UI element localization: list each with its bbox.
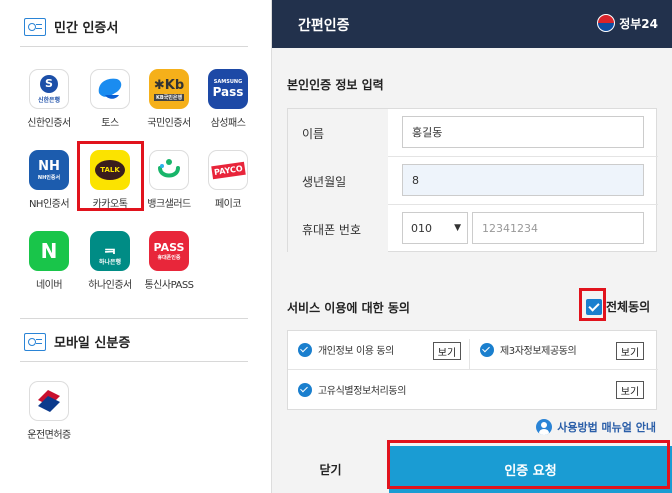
name-label: 이름	[288, 109, 388, 157]
submit-highlight	[387, 440, 670, 489]
agree-item-privacy[interactable]: 개인정보 이용 동의	[298, 342, 394, 357]
agree-box: 개인정보 이용 동의 보기 제3자정보제공동의 보기 고유식별정보처리동의 보기	[287, 330, 658, 410]
app-naver[interactable]: N 네이버	[21, 231, 77, 291]
app-kb[interactable]: ✱Kb KB국민은행 국민인증서	[141, 69, 197, 129]
gov24-brand: 정부24	[597, 14, 658, 32]
phone-label: 휴대폰 번호	[288, 205, 388, 253]
view-unique-id-button[interactable]: 보기	[616, 381, 644, 399]
kb-logo-icon: ✱Kb KB국민은행	[149, 69, 189, 109]
check-circle-icon	[298, 342, 312, 357]
name-input[interactable]: 홍길동	[402, 116, 644, 148]
app-toss[interactable]: 토스	[82, 69, 138, 129]
driver-license-logo-icon	[29, 381, 69, 421]
name-row: 이름 홍길동	[288, 109, 658, 157]
birth-label: 생년월일	[288, 157, 388, 205]
app-driver-license[interactable]: 운전면허증	[21, 381, 77, 441]
view-privacy-button[interactable]: 보기	[433, 342, 461, 360]
check-circle-icon	[480, 342, 494, 357]
agree-divider	[288, 369, 658, 370]
kakaotalk-highlight	[77, 141, 144, 211]
naver-logo-icon: N	[29, 231, 69, 271]
telecom-pass-logo-icon: PASS 휴대폰인증	[149, 231, 189, 271]
hana-logo-icon: ᆿ 하나은행	[90, 231, 130, 271]
check-circle-icon	[298, 382, 312, 397]
all-agree-highlight	[579, 288, 606, 321]
header: 간편인증 정부24	[272, 0, 672, 48]
id-card-icon	[24, 332, 46, 351]
divider	[20, 361, 248, 362]
certificate-icon	[24, 17, 46, 36]
app-telecom-pass[interactable]: PASS 휴대폰인증 통신사PASS	[141, 231, 197, 291]
agree-title: 서비스 이용에 대한 동의	[287, 301, 410, 315]
app-samsung-pass[interactable]: SAMSUNG Pass 삼성패스	[200, 69, 256, 129]
taeguk-icon	[597, 14, 616, 32]
app-hana[interactable]: ᆿ 하나은행 하나인증서	[82, 231, 138, 291]
toss-logo-icon	[90, 69, 130, 109]
payco-logo-icon: PAYCO	[208, 150, 248, 190]
divider	[20, 46, 248, 47]
app-payco[interactable]: PAYCO 페이코	[200, 150, 256, 210]
private-cert-section-title: 민간 인증서	[24, 17, 118, 36]
close-button[interactable]: 닫기	[272, 446, 389, 493]
view-third-party-button[interactable]: 보기	[616, 342, 644, 360]
agree-item-unique-id[interactable]: 고유식별정보처리동의	[298, 382, 406, 397]
agree-divider	[469, 339, 470, 369]
phone-input[interactable]: 12341234	[472, 212, 644, 244]
samsung-pass-logo-icon: SAMSUNG Pass	[208, 69, 248, 109]
chevron-down-icon: ▼	[454, 223, 461, 233]
app-shinhan[interactable]: S 신한은행 신한인증서	[21, 69, 77, 129]
mobile-id-section-title: 모바일 신분증	[24, 332, 130, 351]
phone-row: 휴대폰 번호 010 ▼ 12341234	[288, 205, 658, 253]
form-box: 이름 홍길동 생년월일 8 휴대폰 번호 010 ▼ 12341234	[287, 108, 658, 253]
person-icon	[536, 419, 553, 435]
app-banksalad[interactable]: 뱅크샐러드	[141, 150, 197, 210]
birth-input[interactable]: 8	[402, 164, 644, 196]
carrier-select[interactable]: 010 ▼	[402, 212, 468, 244]
manual-link[interactable]: 사용방법 매뉴얼 안내	[536, 419, 656, 435]
agree-item-third-party[interactable]: 제3자정보제공동의	[480, 342, 577, 357]
nh-logo-icon: NH NH인증서	[29, 150, 69, 190]
form-title: 본인인증 정보 입력	[287, 78, 384, 92]
shinhan-logo-icon: S 신한은행	[29, 69, 69, 109]
app-nh[interactable]: NH NH인증서 NH인증서	[21, 150, 77, 210]
header-title: 간편인증	[298, 18, 350, 34]
divider	[20, 318, 248, 319]
auth-panel: 간편인증 정부24 본인인증 정보 입력 이름 홍길동 생년월일 8 휴대폰 번…	[272, 0, 672, 493]
birth-row: 생년월일 8	[288, 157, 658, 205]
certificate-list-panel: 민간 인증서 S 신한은행 신한인증서 토스 ✱Kb KB국민은행 국민인증서 …	[0, 0, 272, 493]
banksalad-logo-icon	[149, 150, 189, 190]
